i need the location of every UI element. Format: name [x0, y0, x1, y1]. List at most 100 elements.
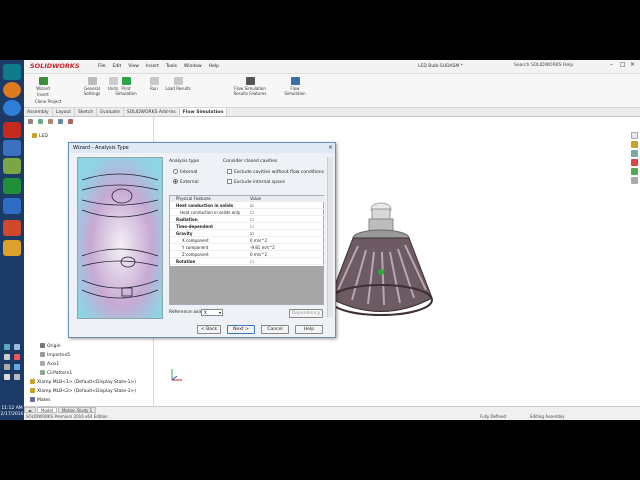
title-bar: SOLIDWORKS File Edit View Insert Tools W… [24, 60, 640, 74]
excel-icon[interactable] [3, 178, 21, 194]
powerpoint-icon[interactable] [3, 220, 21, 236]
flow-sim-icon [290, 77, 300, 85]
checkbox-icon[interactable]: ☐ [250, 210, 254, 215]
back-button[interactable]: < Back [197, 325, 221, 334]
reference-axis-select[interactable]: X ▾ [201, 309, 223, 316]
filter-icon[interactable] [28, 119, 33, 124]
physical-features-grid: Physical Features Value Heat conduction … [169, 195, 325, 305]
home-icon[interactable] [631, 132, 638, 139]
general-settings-button[interactable]: General Settings [80, 77, 104, 96]
external-radio[interactable]: External [173, 179, 199, 185]
exclude-cavities-checkbox[interactable]: Exclude cavities without flow conditions [227, 169, 324, 175]
menu-help[interactable]: Help [209, 64, 219, 69]
maximize-icon[interactable]: □ [620, 61, 626, 68]
tree-item-xlamp-1[interactable]: Xlamp MLB<1> (Default<Display State-1>) [30, 379, 136, 385]
insert-button[interactable]: Insert [28, 92, 58, 97]
grid-row[interactable]: Rotation ☐ [170, 259, 325, 265]
grid-row[interactable]: X component 0 m/s^2 [170, 238, 325, 244]
folder-icon[interactable] [3, 240, 21, 256]
checkbox-checked-icon[interactable]: ☑ [250, 231, 254, 236]
config-icon[interactable] [58, 119, 63, 124]
grid-row[interactable]: Gravity ☑ [170, 231, 325, 237]
tree-item-origin[interactable]: Origin [40, 343, 61, 349]
tree-item-xlamp-2[interactable]: Xlamp MLB<2> (Default<Display State-1>) [30, 388, 136, 394]
flow-illustration [77, 157, 163, 319]
exclude-internal-checkbox[interactable]: Exclude internal space [227, 179, 285, 185]
grid-row[interactable]: Radiation ☐ [170, 217, 325, 223]
tray-icon[interactable] [14, 374, 20, 380]
tab-layout[interactable]: Layout [53, 108, 76, 116]
tree-root[interactable]: LED [32, 133, 48, 139]
custom-icon[interactable] [631, 177, 638, 184]
help-button[interactable]: Help [295, 325, 323, 334]
checkbox-icon[interactable]: ☐ [250, 224, 254, 229]
settings-icon[interactable] [3, 198, 21, 214]
start-icon[interactable] [3, 64, 21, 80]
menu-edit[interactable]: Edit [113, 64, 122, 69]
tree-icon[interactable] [38, 119, 43, 124]
explorer-icon[interactable] [631, 150, 638, 157]
solidworks-taskbar-icon[interactable] [3, 122, 21, 138]
tray-icon[interactable] [14, 364, 20, 370]
grid-row[interactable]: Heat conduction in solids only ☐ [170, 210, 325, 216]
tab-model[interactable]: Model [37, 407, 58, 413]
tray-icon[interactable] [14, 344, 20, 350]
cancel-button[interactable]: Cancel [261, 325, 289, 334]
menu-window[interactable]: Window [184, 64, 202, 69]
tray-icon[interactable] [4, 344, 10, 350]
tab-sketch[interactable]: Sketch [75, 108, 98, 116]
tray-icon[interactable] [4, 354, 10, 360]
tab-addins[interactable]: SOLIDWORKS Add-Ins [124, 108, 180, 116]
tab-3d-views[interactable]: ◂▸ [24, 407, 37, 413]
internal-radio[interactable]: Internal [173, 169, 197, 175]
help-search[interactable]: Search SOLIDWORKS Help [514, 63, 573, 68]
checkbox-checked-icon[interactable]: ☑ [250, 203, 254, 208]
dialog-scrollbar[interactable] [327, 157, 333, 317]
menu-file[interactable]: File [98, 64, 106, 69]
dialog-close-icon[interactable]: × [328, 144, 333, 151]
app-icon[interactable] [3, 158, 21, 174]
tree-item-mates[interactable]: Mates [30, 397, 51, 403]
appearance-icon[interactable] [631, 168, 638, 175]
tree-item-imported[interactable]: Imported1 [40, 352, 70, 358]
next-button[interactable]: Next > [227, 325, 255, 334]
wizard-button[interactable]: Wizard [28, 77, 58, 91]
palette-icon[interactable] [631, 159, 638, 166]
tab-assembly[interactable]: Assembly [24, 108, 53, 116]
tree-toolbar [28, 119, 75, 124]
flow-simulation-button[interactable]: Flow Simulation [280, 77, 310, 96]
property-icon[interactable] [48, 119, 53, 124]
browser-icon[interactable] [3, 100, 21, 116]
tab-motion-study[interactable]: Motion Study 1 [58, 407, 97, 413]
load-results-button[interactable]: Load Results [164, 77, 192, 91]
display-icon[interactable] [68, 119, 73, 124]
checkbox-icon[interactable]: ☐ [250, 259, 254, 264]
menu-tools[interactable]: Tools [166, 64, 177, 69]
tree-item-axis[interactable]: Axis1 [40, 361, 59, 367]
clock[interactable]: 11:12 AM 2/17/2016 [0, 406, 24, 418]
clone-project-button[interactable]: Clone Project [28, 99, 68, 104]
close-icon[interactable]: × [630, 61, 635, 68]
grid-row[interactable]: Heat conduction in solids ☑ [170, 203, 325, 209]
dependency-button[interactable]: Dependency [289, 309, 323, 318]
menu-view[interactable]: View [128, 64, 139, 69]
tray-icon[interactable] [14, 354, 20, 360]
grid-row[interactable]: Z component 0 m/s^2 [170, 252, 325, 258]
run-button[interactable]: Run [146, 77, 162, 91]
tab-evaluate[interactable]: Evaluate [97, 108, 124, 116]
checkbox-icon[interactable]: ☐ [250, 217, 254, 222]
tree-item-cirpattern[interactable]: CirPattern1 [40, 370, 72, 376]
print-simulation-button[interactable]: Print Simulation [114, 77, 138, 96]
firefox-icon[interactable] [3, 82, 21, 98]
minimize-icon[interactable]: – [610, 61, 613, 68]
app-icon[interactable] [3, 140, 21, 156]
tray-icon[interactable] [4, 374, 10, 380]
results-features-button[interactable]: Flow Simulation Results Features [228, 77, 272, 96]
grid-row[interactable]: Y component -9.81 m/s^2 [170, 245, 325, 251]
tray-icon[interactable] [4, 364, 10, 370]
menu-insert[interactable]: Insert [146, 64, 159, 69]
tab-flow-simulation[interactable]: Flow Simulation [179, 108, 228, 116]
library-icon[interactable] [631, 141, 638, 148]
grid-row[interactable]: Time-dependent ☐ [170, 224, 325, 230]
grid-empty-area [170, 266, 323, 304]
